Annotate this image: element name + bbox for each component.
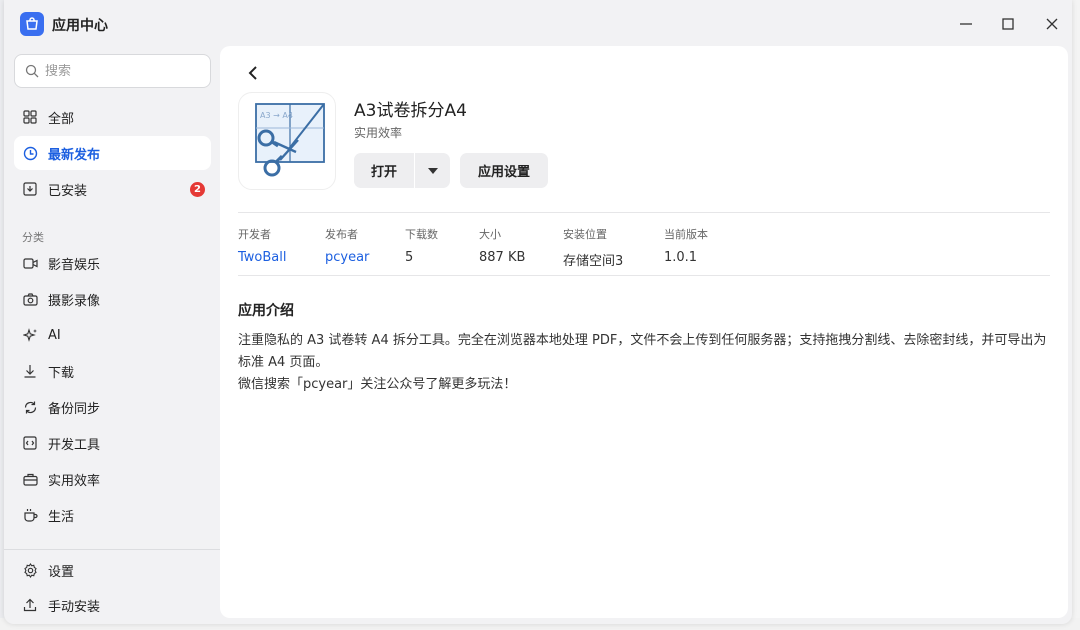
clock-icon (22, 145, 38, 161)
intro-paragraph: 注重隐私的 A3 试卷转 A4 拆分工具。完全在浏览器本地处理 PDF，文件不会… (238, 333, 1047, 370)
chevron-left-icon (248, 66, 257, 80)
app-category: 实用效率 (354, 126, 403, 140)
installed-box-icon (22, 181, 38, 197)
sidebar-item-label: 开发工具 (48, 437, 101, 453)
meta-label: 大小 (479, 228, 501, 241)
sync-icon (22, 399, 38, 415)
intro-title: 应用介绍 (238, 303, 294, 319)
sidebar-item-latest[interactable]: 最新发布 (14, 136, 211, 170)
category-section-label: 分类 (22, 231, 44, 244)
close-button[interactable] (1038, 11, 1066, 37)
open-options-dropdown[interactable] (415, 153, 450, 188)
open-button[interactable]: 打开 (354, 153, 414, 188)
meta-version: 当前版本 1.0.1 (664, 226, 708, 265)
scissors-paper-icon: A3 → A4 (255, 103, 325, 177)
app-icon: A3 → A4 (238, 92, 336, 190)
developer-link[interactable]: TwoBall (238, 250, 286, 265)
sidebar-item-label: 全部 (48, 111, 75, 127)
sidebar-item-label: 影音娱乐 (48, 257, 101, 273)
app-name: A3试卷拆分A4 (354, 101, 467, 121)
sidebar-item-ai[interactable]: AI (14, 318, 211, 352)
close-icon (1046, 18, 1058, 30)
maximize-icon (1002, 18, 1014, 30)
video-icon (22, 255, 38, 271)
meta-label: 下载数 (405, 228, 438, 241)
maximize-button[interactable] (994, 11, 1022, 37)
meta-label: 开发者 (238, 228, 271, 241)
sidebar-item-label: 生活 (48, 509, 75, 525)
open-split-button: 打开 (354, 153, 450, 188)
meta-publisher: 发布者 pcyear (325, 226, 369, 265)
meta-label: 安装位置 (563, 228, 607, 241)
minimize-button[interactable] (952, 11, 980, 37)
sidebar-item-download[interactable]: 下载 (14, 354, 211, 388)
intro-paragraph: 微信搜索「pcyear」关注公众号了解更多玩法！ (238, 377, 517, 392)
icon-label: A3 → A4 (260, 111, 293, 120)
grid-icon (22, 109, 38, 125)
minimize-icon (960, 23, 972, 25)
sidebar-item-media[interactable]: 影音娱乐 (14, 246, 211, 280)
meta-size: 大小 887 KB (479, 226, 525, 265)
sidebar: 全部 最新发布 已安装 2 分类 影音娱乐 摄影录像 (4, 46, 220, 624)
window-title: 应用中心 (52, 18, 108, 34)
divider (238, 275, 1050, 276)
sidebar-item-label: AI (48, 327, 61, 343)
sidebar-item-label: 实用效率 (48, 473, 101, 489)
cup-icon (22, 507, 38, 523)
downloads-value: 5 (405, 250, 414, 265)
code-icon (22, 435, 38, 451)
meta-label: 发布者 (325, 228, 358, 241)
installed-count-badge: 2 (190, 182, 205, 197)
back-button[interactable] (242, 62, 264, 84)
sparkle-icon (22, 327, 38, 343)
download-icon (22, 363, 38, 379)
sidebar-item-label: 最新发布 (48, 147, 101, 163)
sidebar-divider (4, 549, 220, 550)
size-value: 887 KB (479, 250, 526, 265)
sidebar-item-settings[interactable]: 设置 (14, 553, 211, 587)
sidebar-item-label: 手动安装 (48, 599, 101, 615)
search-input[interactable] (45, 63, 195, 79)
sidebar-item-installed[interactable]: 已安装 2 (14, 172, 211, 206)
sidebar-item-label: 备份同步 (48, 401, 101, 417)
sidebar-item-photo[interactable]: 摄影录像 (14, 282, 211, 316)
app-center-logo-icon (20, 12, 44, 36)
sidebar-item-label: 设置 (48, 564, 75, 580)
search-box[interactable] (14, 54, 211, 88)
sidebar-item-life[interactable]: 生活 (14, 498, 211, 532)
sidebar-item-label: 下载 (48, 365, 75, 381)
sidebar-item-all[interactable]: 全部 (14, 100, 211, 134)
caret-down-icon (427, 167, 438, 174)
meta-downloads: 下载数 5 (405, 226, 438, 265)
app-center-window: 应用中心 全部 最新发布 (4, 0, 1072, 624)
install-location-value: 存储空间3 (563, 254, 624, 269)
sidebar-item-devtools[interactable]: 开发工具 (14, 426, 211, 460)
sidebar-item-productivity[interactable]: 实用效率 (14, 462, 211, 496)
sidebar-item-manual-install[interactable]: 手动安装 (14, 588, 211, 622)
meta-developer: 开发者 TwoBall (238, 226, 286, 265)
title-bar: 应用中心 (4, 0, 1072, 46)
search-icon (25, 64, 39, 78)
sidebar-item-backup[interactable]: 备份同步 (14, 390, 211, 424)
app-detail-panel: A3 → A4 A3试卷拆分A4 实用效率 打开 应用设置 开发者 TwoBal… (220, 46, 1068, 618)
divider (238, 212, 1050, 213)
gear-icon (22, 562, 38, 578)
intro-body: 注重隐私的 A3 试卷转 A4 拆分工具。完全在浏览器本地处理 PDF，文件不会… (238, 330, 1050, 396)
version-value: 1.0.1 (664, 250, 698, 265)
sidebar-item-label: 已安装 (48, 183, 88, 199)
sidebar-item-label: 摄影录像 (48, 293, 101, 309)
camera-icon (22, 291, 38, 307)
upload-icon (22, 597, 38, 613)
toolbox-icon (22, 471, 38, 487)
app-settings-button[interactable]: 应用设置 (460, 153, 548, 188)
meta-label: 当前版本 (664, 228, 708, 241)
publisher-link[interactable]: pcyear (325, 250, 369, 265)
meta-install-location: 安装位置 存储空间3 (563, 226, 623, 269)
